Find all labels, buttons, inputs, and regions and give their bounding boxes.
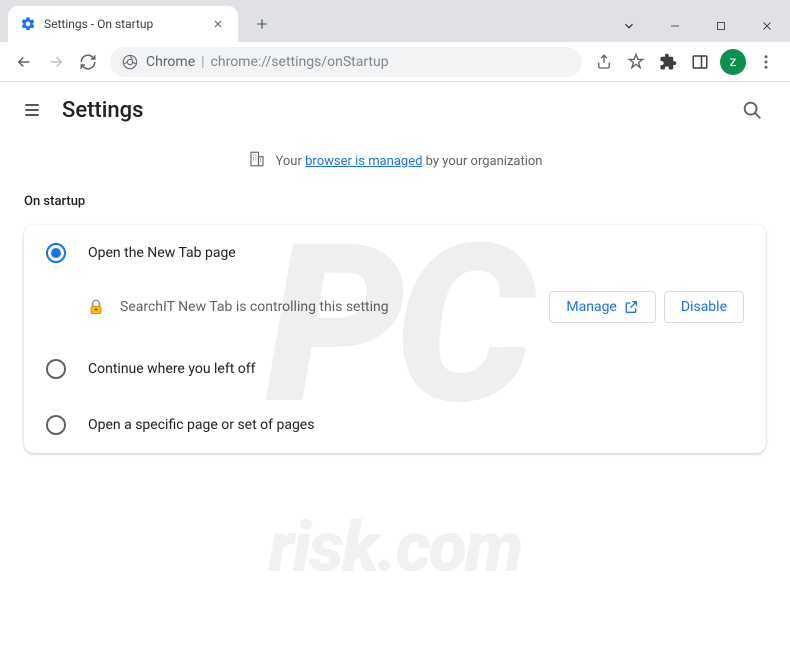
settings-header: Settings <box>0 82 790 138</box>
page-title: Settings <box>62 98 734 123</box>
address-bar[interactable]: Chrome | chrome://settings/onStartup <box>110 47 582 77</box>
tab-title: Settings - On startup <box>44 17 210 31</box>
option-label: Open a specific page or set of pages <box>88 417 314 433</box>
managed-link[interactable]: browser is managed <box>305 154 422 169</box>
window-controls <box>612 10 790 42</box>
option-specific[interactable]: Open a specific page or set of pages <box>24 397 766 453</box>
close-tab-icon[interactable] <box>210 16 226 32</box>
managed-banner: Your browser is managed by your organiza… <box>0 138 790 184</box>
back-button[interactable] <box>8 46 40 78</box>
url-path: chrome://settings/onStartup <box>211 54 389 70</box>
radio-unselected-icon <box>46 359 66 379</box>
avatar-initial: z <box>730 54 737 70</box>
lock-icon <box>86 297 106 317</box>
forward-button[interactable] <box>40 46 72 78</box>
bookmark-icon[interactable] <box>620 46 652 78</box>
hamburger-menu-icon[interactable] <box>20 98 44 122</box>
building-icon <box>248 150 266 172</box>
sidepanel-icon[interactable] <box>684 46 716 78</box>
reload-button[interactable] <box>72 46 104 78</box>
radio-unselected-icon <box>46 415 66 435</box>
radio-selected-icon <box>46 243 66 263</box>
gear-icon <box>20 16 36 32</box>
tab-search-dropdown[interactable] <box>612 10 646 42</box>
menu-icon[interactable] <box>750 46 782 78</box>
window-titlebar: Settings - On startup <box>0 0 790 42</box>
extension-control-notice: SearchIT New Tab is controlling this set… <box>24 281 766 341</box>
url-origin: Chrome <box>146 54 195 70</box>
browser-tab[interactable]: Settings - On startup <box>8 6 238 42</box>
url-separator: | <box>201 54 204 70</box>
startup-card: Open the New Tab page SearchIT New Tab i… <box>24 225 766 453</box>
chrome-logo-icon <box>122 54 138 70</box>
option-label: Continue where you left off <box>88 361 256 377</box>
maximize-button[interactable] <box>698 10 744 42</box>
disable-button[interactable]: Disable <box>664 291 744 323</box>
new-tab-button[interactable] <box>248 10 276 38</box>
profile-avatar[interactable]: z <box>720 49 746 75</box>
share-icon[interactable] <box>588 46 620 78</box>
extensions-icon[interactable] <box>652 46 684 78</box>
section-title: On startup <box>24 194 766 209</box>
option-new-tab[interactable]: Open the New Tab page <box>24 225 766 281</box>
watermark-small: risk.com <box>269 507 522 589</box>
browser-toolbar: Chrome | chrome://settings/onStartup z <box>0 42 790 82</box>
settings-content: On startup Open the New Tab page SearchI… <box>0 184 790 463</box>
minimize-button[interactable] <box>652 10 698 42</box>
close-window-button[interactable] <box>744 10 790 42</box>
search-icon[interactable] <box>734 92 770 128</box>
extension-text: SearchIT New Tab is controlling this set… <box>120 299 541 315</box>
option-continue[interactable]: Continue where you left off <box>24 341 766 397</box>
option-label: Open the New Tab page <box>88 245 236 261</box>
managed-text: Your browser is managed by your organiza… <box>276 154 543 169</box>
manage-button[interactable]: Manage <box>549 291 655 323</box>
open-external-icon <box>623 299 639 315</box>
